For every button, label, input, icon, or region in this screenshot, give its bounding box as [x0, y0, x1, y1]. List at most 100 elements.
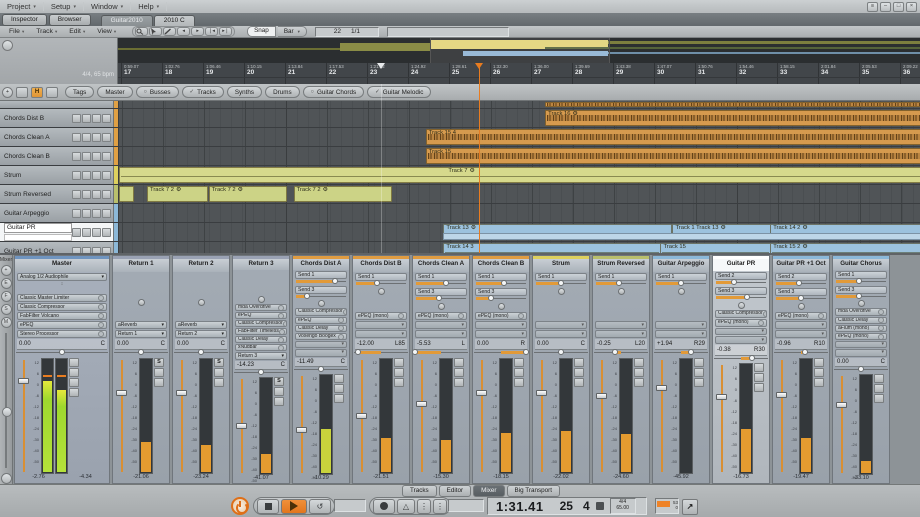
snap-mode-select[interactable]: Bar▾: [278, 26, 307, 37]
solo-button[interactable]: S: [154, 358, 164, 367]
channel-fader[interactable]: [415, 358, 428, 474]
fader-handle[interactable]: [176, 390, 187, 396]
empty-insert-slot[interactable]: ▾: [775, 330, 827, 338]
strip-knob[interactable]: [533, 287, 589, 295]
panel-button-browser[interactable]: Browser: [49, 14, 91, 26]
minimize-button[interactable]: –: [880, 2, 891, 12]
slider-knob[interactable]: [501, 280, 507, 286]
slider-knob[interactable]: [678, 280, 684, 286]
fader-handle[interactable]: [776, 392, 787, 398]
empty-insert-slot[interactable]: ▾: [355, 330, 407, 338]
meter-option-button[interactable]: [574, 358, 584, 367]
insert-slot[interactable]: ePEQ (mono): [775, 312, 827, 320]
insert-slot[interactable]: FabFilter Volcano: [17, 312, 107, 320]
strip-title[interactable]: Guitar Arpeggio: [653, 256, 709, 272]
track-header-chords-dist-b[interactable]: Chords Dist B: [0, 109, 114, 127]
record-button[interactable]: [373, 499, 395, 514]
slider-knob[interactable]: [355, 349, 361, 355]
source-select[interactable]: aReverb▾: [175, 321, 227, 329]
slider-knob[interactable]: [558, 280, 564, 286]
empty-insert-slot[interactable]: ▾: [655, 330, 707, 338]
fader-handle[interactable]: [836, 402, 847, 408]
pan-slider[interactable]: [534, 350, 588, 356]
fader-handle[interactable]: [656, 385, 667, 391]
arrangement-overview[interactable]: [118, 38, 920, 64]
insert-slot[interactable]: Classic Delay: [295, 325, 347, 332]
rail-button-f[interactable]: F: [1, 291, 12, 302]
track-lane[interactable]: Track 7⚙: [119, 166, 920, 184]
track-record-button[interactable]: [92, 133, 101, 142]
skip-start-tool-button[interactable]: ❘◂: [205, 27, 218, 36]
slider-knob[interactable]: [858, 366, 864, 372]
meter-option-button[interactable]: [814, 358, 824, 367]
send-level-slider[interactable]: [656, 281, 706, 287]
source-select[interactable]: Return 2▾: [175, 330, 227, 338]
track-mute-button[interactable]: [72, 190, 81, 199]
overview-viewport[interactable]: [430, 38, 610, 63]
empty-insert-slot[interactable]: ▾: [835, 341, 887, 348]
track-options-button[interactable]: [102, 152, 111, 161]
menu-view[interactable]: View▾: [91, 28, 122, 35]
empty-insert-slot[interactable]: ▾: [475, 321, 527, 329]
pan-slider[interactable]: [114, 350, 168, 356]
track-options-button[interactable]: [102, 133, 111, 142]
channel-fader[interactable]: [295, 374, 308, 475]
fader-handle[interactable]: [296, 427, 307, 433]
solo-button[interactable]: S: [214, 358, 224, 367]
track-header-strum-reversed[interactable]: Strum Reversed: [0, 185, 114, 203]
strip-knob[interactable]: [473, 302, 529, 310]
slider-knob[interactable]: [688, 349, 694, 355]
track-solo-button[interactable]: [82, 152, 91, 161]
send-level-slider[interactable]: [776, 281, 826, 287]
clip-track-16[interactable]: Track 16⚙: [545, 110, 920, 126]
send-label[interactable]: Send 1: [295, 271, 347, 279]
meter-option-button[interactable]: [394, 358, 404, 367]
meter-option-button[interactable]: [754, 373, 764, 382]
metronome-button[interactable]: △: [397, 499, 415, 514]
slider-knob[interactable]: [443, 280, 449, 286]
send-level-slider[interactable]: [716, 295, 766, 301]
empty-insert-slot[interactable]: ▾: [535, 330, 587, 338]
fader-handle[interactable]: [536, 390, 547, 396]
strip-knob[interactable]: [833, 300, 889, 307]
fader-handle[interactable]: [18, 378, 29, 384]
insert-slot[interactable]: ePEQ (mono): [355, 312, 407, 320]
playhead-marker[interactable]: [475, 63, 483, 69]
clip-track-7-2[interactable]: Track 7 2⚙: [294, 186, 392, 202]
track-solo-button[interactable]: [82, 133, 91, 142]
insert-slot[interactable]: ePEQ (mono): [835, 333, 887, 340]
send-level-slider[interactable]: [356, 281, 406, 287]
meter-option-button[interactable]: [634, 378, 644, 387]
insert-slot[interactable]: Classic Master Limiter: [17, 294, 107, 302]
strip-title[interactable]: Return 2: [173, 256, 229, 272]
strip-title[interactable]: Guitar PR: [713, 256, 769, 271]
meter-option-button[interactable]: [874, 374, 884, 383]
fader-handle[interactable]: [116, 390, 127, 396]
clip-track-7[interactable]: Track 7⚙: [119, 167, 920, 183]
send-level-slider[interactable]: [296, 294, 346, 300]
slider-knob[interactable]: [616, 280, 622, 286]
track-mute-button[interactable]: [72, 209, 81, 218]
pan-slider[interactable]: [714, 356, 768, 362]
meter-option-button[interactable]: [574, 378, 584, 387]
slider-knob[interactable]: [798, 295, 804, 301]
empty-insert-slot[interactable]: ▾: [715, 336, 767, 344]
empty-insert-slot[interactable]: ▾: [595, 330, 647, 338]
clip-track-15[interactable]: Track 15: [426, 148, 920, 164]
strip-title[interactable]: Guitar Chorus: [833, 256, 889, 270]
track-options-button[interactable]: [102, 228, 111, 237]
insert-slot[interactable]: FabFilter Timeless: [235, 328, 287, 335]
source-select[interactable]: Return 1▾: [115, 330, 167, 338]
punch-in-button[interactable]: ⋮: [417, 499, 431, 514]
slider-knob[interactable]: [523, 349, 529, 355]
menu-window[interactable]: Window▾: [84, 2, 131, 11]
slider-knob[interactable]: [856, 278, 862, 284]
meter-option-button[interactable]: [274, 387, 284, 396]
track-options-button[interactable]: [102, 114, 111, 123]
track-lane[interactable]: Track 15: [119, 147, 920, 165]
send-label[interactable]: Send 2: [715, 272, 767, 280]
pan-slider[interactable]: [234, 370, 288, 375]
track-mute-button[interactable]: [72, 133, 81, 142]
meter-option-button[interactable]: [514, 358, 524, 367]
add-track-button[interactable]: +: [2, 87, 13, 98]
